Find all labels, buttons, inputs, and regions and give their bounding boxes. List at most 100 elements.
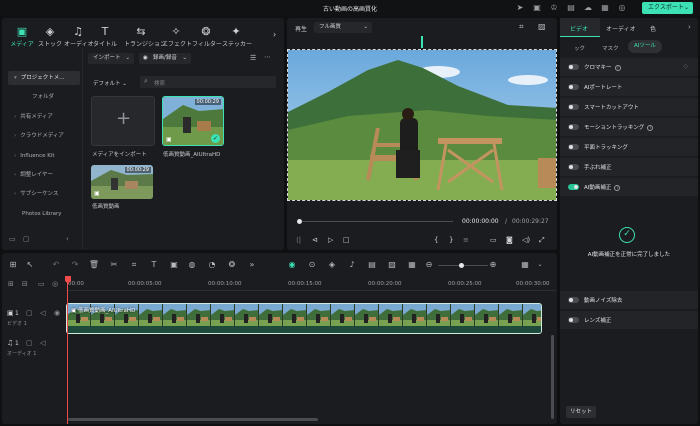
tool-row-motion-tracking[interactable]: モーショントラッキング? xyxy=(560,117,698,136)
tool-row-lens-correction[interactable]: レンズ補正 xyxy=(560,310,698,329)
video-preview[interactable] xyxy=(287,49,557,201)
track-layout-icon[interactable]: ▦ xyxy=(519,259,531,271)
sidebar-item-subsequence[interactable]: › サブシーケンス xyxy=(8,187,80,201)
track-lock-icon[interactable]: ▢ xyxy=(26,339,33,347)
scrubber-track[interactable] xyxy=(302,221,453,222)
tool-row-stabilization[interactable]: 手ぶれ補正 xyxy=(560,157,698,176)
play-icon[interactable]: ▷ xyxy=(328,236,333,244)
link-icon[interactable]: ⊟ xyxy=(22,280,28,288)
eye-icon[interactable]: ◉ xyxy=(54,309,60,317)
stop-icon[interactable]: □ xyxy=(343,236,350,244)
tab-media[interactable]: ▣ メディア xyxy=(8,26,36,49)
grid-icon[interactable]: ▦ xyxy=(600,3,610,13)
insert-icon[interactable]: ≡ xyxy=(463,236,469,244)
mask-icon[interactable]: ◍ xyxy=(186,259,198,271)
save-icon[interactable]: ▤ xyxy=(566,3,576,13)
toggle-switch[interactable] xyxy=(568,124,579,130)
tool-row-ai-enhance[interactable]: AI動画補正? xyxy=(560,177,698,196)
subtab-mask[interactable]: マスク xyxy=(602,44,619,52)
toggle-switch[interactable] xyxy=(568,144,579,150)
tab-effect[interactable]: ✧ エフェクト xyxy=(162,26,192,49)
speed-icon[interactable]: ◔ xyxy=(206,259,218,271)
tab-video[interactable]: ビデオ xyxy=(570,24,588,33)
sidebar-item-photos-library[interactable]: Photos Library xyxy=(8,207,80,221)
reset-icon[interactable]: ◇ xyxy=(683,63,688,70)
chevron-right-icon[interactable]: › xyxy=(688,23,691,31)
reset-button[interactable]: リセット xyxy=(566,406,596,418)
tool-row-denoise[interactable]: 動画ノイズ除去 xyxy=(560,290,698,309)
headset-icon[interactable]: ◎ xyxy=(617,3,627,13)
tool-row-chroma[interactable]: クロマキー? ◇ xyxy=(560,57,698,76)
tab-color[interactable]: 色 xyxy=(650,24,656,33)
tool-row-smart-cutout[interactable]: スマートカットアウト xyxy=(560,97,698,116)
voiceover-icon[interactable]: ▤ xyxy=(366,259,378,271)
volume-icon[interactable]: ◁) xyxy=(522,236,530,244)
undo-icon[interactable]: ↶ xyxy=(50,259,62,271)
add-track-icon[interactable]: ⊞ xyxy=(8,280,14,288)
tab-filter[interactable]: ❂ フィルター xyxy=(192,26,222,49)
collapse-icon[interactable]: ‹ xyxy=(66,235,69,243)
select-tool-icon[interactable]: ↖ xyxy=(24,259,36,271)
more-tools-icon[interactable]: » xyxy=(246,259,258,271)
more-icon[interactable]: ⋯ xyxy=(264,53,271,61)
zoom-in-icon[interactable]: ⊕ xyxy=(487,259,499,271)
help-icon[interactable]: ? xyxy=(614,64,621,71)
mic-icon[interactable]: ♪ xyxy=(346,259,358,271)
playhead-line[interactable] xyxy=(67,283,68,424)
tool-row-ai-portrait[interactable]: AIポートレート xyxy=(560,77,698,96)
sidebar-item-folder[interactable]: フォルダ xyxy=(8,90,80,104)
text-icon[interactable]: T xyxy=(148,259,160,271)
sidebar-item-shared-media[interactable]: › 共有メディア xyxy=(8,110,80,124)
layout-icon[interactable]: ⊞ xyxy=(7,259,19,271)
track-audio-icon[interactable]: ◁ xyxy=(40,339,45,347)
toggle-switch[interactable] xyxy=(568,184,579,190)
video-clip[interactable]: ▣ 低画質動画_AIUltraHD xyxy=(66,303,542,334)
toggle-switch[interactable] xyxy=(568,64,579,70)
crop-handle[interactable] xyxy=(421,36,423,48)
color-icon[interactable]: ❂ xyxy=(226,259,238,271)
new-folder-icon[interactable]: ▭ xyxy=(9,235,16,243)
horizontal-scrollbar[interactable] xyxy=(68,418,318,421)
chevron-down-icon[interactable]: ⌄ xyxy=(534,259,546,271)
mark-in-icon[interactable]: { xyxy=(434,236,438,244)
lock-icon[interactable]: ▭ xyxy=(38,280,45,288)
toggle-switch[interactable] xyxy=(568,84,579,90)
split-icon[interactable]: ✂ xyxy=(108,259,120,271)
auto-ripple-icon[interactable]: ◉ xyxy=(286,259,298,271)
tab-transition[interactable]: ⇆ トランジション xyxy=(124,26,166,49)
step-back-icon[interactable]: ⊲ xyxy=(312,236,318,244)
camera-icon[interactable]: ◙ xyxy=(506,236,513,244)
zoom-slider-handle[interactable] xyxy=(459,263,464,268)
export-button[interactable]: エクスポート ⌄ xyxy=(642,2,693,14)
fullscreen-icon[interactable]: ⤢ xyxy=(539,236,545,245)
track-lock-icon[interactable]: ▢ xyxy=(26,309,33,317)
import-media-tile[interactable]: + xyxy=(91,96,155,146)
subtab-ai-tools[interactable]: AIツール xyxy=(628,40,662,53)
snapshot-icon[interactable]: ⌗ xyxy=(519,22,524,32)
gift-icon[interactable]: ▣ xyxy=(532,3,542,13)
toggle-switch[interactable] xyxy=(568,297,579,303)
image-icon[interactable]: ▨ xyxy=(538,22,546,31)
tool-row-planar-tracking[interactable]: 平面トラッキング xyxy=(560,137,698,156)
display-icon[interactable]: ▭ xyxy=(490,236,497,244)
folder-icon[interactable]: ▢ xyxy=(23,235,30,243)
sidebar-item-cloud-media[interactable]: › クラウドメディア xyxy=(8,129,80,143)
send-icon[interactable]: ➤ xyxy=(515,3,525,13)
delete-icon[interactable]: 🗑 xyxy=(88,259,100,271)
crop-icon[interactable]: ⌗ xyxy=(128,259,140,271)
help-icon[interactable]: ? xyxy=(614,184,621,191)
sidebar-item-influence-kit[interactable]: › Influence Kit xyxy=(8,149,80,163)
toggle-switch[interactable] xyxy=(568,317,579,323)
track-audio-icon[interactable]: ◁ xyxy=(40,309,45,317)
transform-icon[interactable]: ▣ xyxy=(168,259,180,271)
tab-sticker[interactable]: ✦ ステッカー xyxy=(222,26,252,49)
magnet-icon[interactable]: ◎ xyxy=(52,280,58,288)
quality-dropdown[interactable]: フル画質 ⌄ xyxy=(314,22,372,33)
filter-list-icon[interactable]: ☰ xyxy=(250,54,256,62)
crown-icon[interactable]: ♔ xyxy=(549,3,559,13)
chevron-right-icon[interactable]: › xyxy=(273,30,276,39)
sidebar-item-project-media[interactable]: ▾ プロジェクトメ... xyxy=(8,71,80,85)
search-input[interactable]: ⌕ 検索 xyxy=(140,76,276,88)
record-button[interactable]: ◉ 録画/録音 ⌄ xyxy=(139,53,191,64)
redo-icon[interactable]: ↷ xyxy=(69,259,81,271)
